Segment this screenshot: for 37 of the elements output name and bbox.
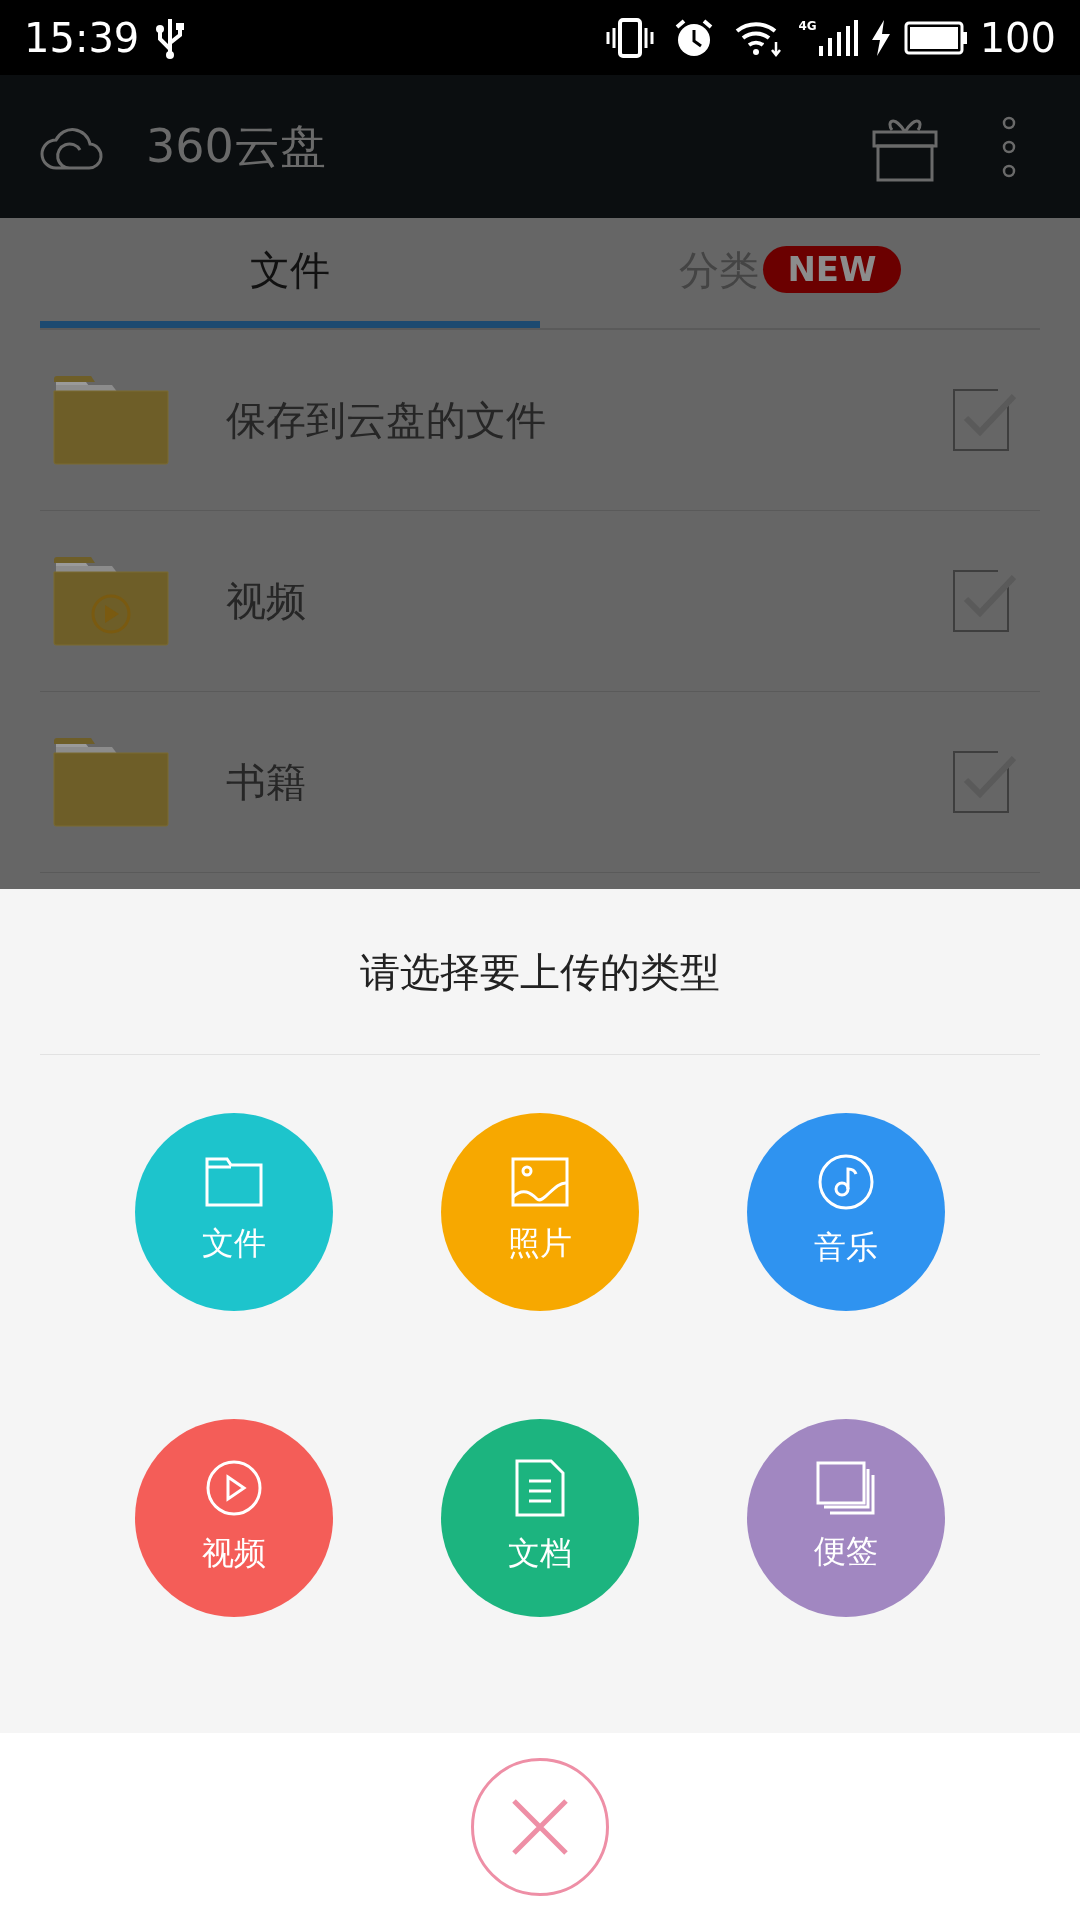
video-folder-icon [52, 556, 170, 646]
checkbox[interactable] [952, 569, 1016, 633]
folder-name: 书籍 [226, 758, 306, 807]
tab[interactable]: 文件 [40, 218, 540, 328]
new-badge: NEW [763, 246, 901, 293]
checkbox[interactable] [952, 750, 1016, 814]
close-icon [510, 1796, 570, 1857]
folder-icon [52, 375, 170, 465]
upload-type-button[interactable]: 视频 [135, 1419, 333, 1617]
folder-name: 保存到云盘的文件 [226, 396, 546, 445]
folder-icon [205, 1157, 263, 1207]
checkbox[interactable] [952, 388, 1016, 452]
folder-icon [52, 737, 170, 827]
upload-type-button[interactable]: 文件 [135, 1113, 333, 1311]
signal-icon [817, 19, 858, 56]
notes-icon [816, 1461, 876, 1515]
music-icon [817, 1153, 875, 1211]
upload-type-button[interactable]: 文档 [441, 1419, 639, 1617]
battery-icon [903, 20, 968, 55]
battery-percent: 100 [979, 13, 1056, 63]
document-icon [515, 1459, 565, 1517]
vibrate-icon [606, 17, 655, 58]
upload-type-button[interactable]: 便签 [747, 1419, 945, 1617]
network-type: 4G [798, 19, 817, 32]
clock-time: 15:39 [24, 13, 140, 63]
sheet-title: 请选择要上传的类型 [360, 947, 720, 997]
app-title: 360云盘 [146, 118, 326, 175]
alarm-icon [674, 17, 715, 58]
close-button[interactable] [471, 1757, 609, 1896]
play-icon [205, 1459, 263, 1517]
upload-type-button[interactable]: 音乐 [747, 1113, 945, 1311]
usb-icon [155, 16, 186, 59]
folder-name: 视频 [226, 577, 306, 626]
charging-icon [869, 19, 892, 56]
image-icon [511, 1157, 569, 1207]
more-icon [1002, 115, 1016, 178]
upload-type-button[interactable]: 照片 [441, 1113, 639, 1311]
